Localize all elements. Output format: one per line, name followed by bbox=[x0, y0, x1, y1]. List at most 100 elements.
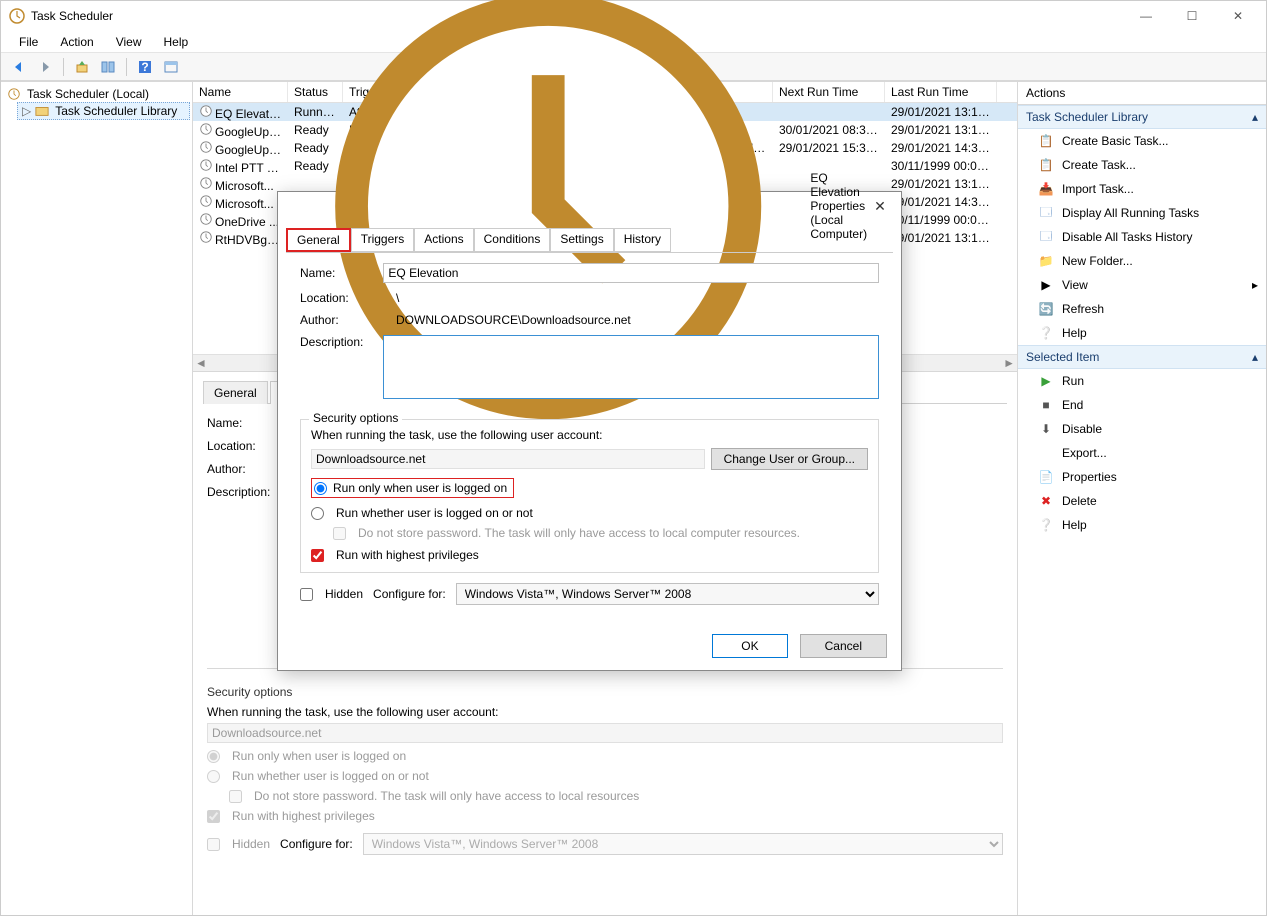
toolbar-help-button[interactable]: ? bbox=[135, 57, 155, 77]
menu-help[interactable]: Help bbox=[154, 33, 199, 51]
app-window: Task Scheduler — ☐ ✕ File Action View He… bbox=[0, 0, 1267, 916]
toolbar-forward-button[interactable] bbox=[35, 57, 55, 77]
dialog-configure-for-select[interactable]: Windows Vista™, Windows Server™ 2008 bbox=[456, 583, 879, 605]
minimize-button[interactable]: — bbox=[1132, 6, 1160, 26]
tab-general[interactable]: General bbox=[203, 381, 268, 404]
dialog-name-field[interactable] bbox=[383, 263, 879, 283]
dialog-close-button[interactable]: ✕ bbox=[867, 198, 893, 215]
actions-group-library[interactable]: Task Scheduler Library ▴ bbox=[1018, 105, 1266, 129]
dialog-body: Name: Location: \ Author: DOWNLOADSOURCE\D… bbox=[286, 252, 893, 624]
action-item[interactable]: ⬇Disable bbox=[1018, 417, 1266, 441]
dialog-author-value: DOWNLOADSOURCE\Downloadsource.net bbox=[396, 313, 879, 327]
dialog-radio-logged-on[interactable] bbox=[314, 482, 327, 495]
tree-library[interactable]: ▷ Task Scheduler Library bbox=[17, 102, 190, 120]
action-item[interactable]: 📄Properties bbox=[1018, 465, 1266, 489]
configure-for-label: Configure for: bbox=[280, 837, 353, 851]
action-item[interactable]: 📋Create Task... bbox=[1018, 153, 1266, 177]
col-name[interactable]: Name bbox=[193, 82, 288, 102]
dialog-label-name: Name: bbox=[300, 266, 373, 280]
dialog-tab-triggers[interactable]: Triggers bbox=[351, 228, 415, 252]
svg-text:?: ? bbox=[141, 60, 148, 74]
action-item[interactable]: ❔Help bbox=[1018, 513, 1266, 537]
dialog-tab-actions[interactable]: Actions bbox=[414, 228, 473, 252]
dialog-label-description: Description: bbox=[300, 335, 373, 349]
action-item[interactable]: ▶Run bbox=[1018, 369, 1266, 393]
check-highest bbox=[207, 810, 220, 823]
actions-pane: Actions Task Scheduler Library ▴ 📋Create… bbox=[1018, 82, 1266, 915]
close-button[interactable]: ✕ bbox=[1224, 6, 1252, 26]
collapse-icon[interactable]: ▴ bbox=[1252, 110, 1258, 124]
dialog-radio-whether[interactable] bbox=[311, 507, 324, 520]
actions-heading: Actions bbox=[1018, 82, 1266, 105]
col-last[interactable]: Last Run Time bbox=[885, 82, 997, 102]
dialog-tab-history[interactable]: History bbox=[614, 228, 671, 252]
folder-icon bbox=[35, 104, 49, 118]
menu-view[interactable]: View bbox=[106, 33, 152, 51]
cancel-button[interactable]: Cancel bbox=[800, 634, 887, 658]
collapse-icon[interactable]: ▴ bbox=[1252, 350, 1258, 364]
dialog-location-value: \ bbox=[396, 291, 879, 305]
dialog-check-highest[interactable] bbox=[311, 549, 324, 562]
dialog-configure-for-label: Configure for: bbox=[373, 587, 446, 601]
action-item[interactable]: ✖Delete bbox=[1018, 489, 1266, 513]
change-user-button[interactable]: Change User or Group... bbox=[711, 448, 868, 470]
dialog-configure-row: Hidden Configure for: Windows Vista™, Wi… bbox=[300, 583, 879, 605]
window-controls: — ☐ ✕ bbox=[1132, 6, 1258, 26]
dialog-tab-general[interactable]: General bbox=[286, 228, 351, 252]
app-icon bbox=[9, 8, 25, 24]
check-no-store bbox=[229, 790, 242, 803]
action-item[interactable]: Export... bbox=[1018, 441, 1266, 465]
maximize-button[interactable]: ☐ bbox=[1178, 6, 1206, 26]
tree-root[interactable]: Task Scheduler (Local) bbox=[3, 86, 190, 102]
toolbar-up-button[interactable] bbox=[72, 57, 92, 77]
dialog-check-hidden-label: Hidden bbox=[325, 587, 363, 601]
dialog-tab-conditions[interactable]: Conditions bbox=[474, 228, 551, 252]
dialog-tab-settings[interactable]: Settings bbox=[550, 228, 613, 252]
menu-file[interactable]: File bbox=[9, 33, 48, 51]
check-hidden-label: Hidden bbox=[232, 837, 270, 851]
action-item[interactable]: 📥Import Task... bbox=[1018, 177, 1266, 201]
dialog-check-highest-label: Run with highest privileges bbox=[336, 548, 479, 562]
ok-button[interactable]: OK bbox=[712, 634, 787, 658]
tree-library-label: Task Scheduler Library bbox=[55, 104, 177, 118]
radio-whether bbox=[207, 770, 220, 783]
properties-dialog: EQ Elevation Properties (Local Computer)… bbox=[277, 191, 902, 671]
toolbar-separator bbox=[126, 58, 127, 76]
dialog-label-location: Location: bbox=[300, 291, 386, 305]
dialog-radio-logged-on-label: Run only when user is logged on bbox=[333, 481, 507, 495]
tree-pane: Task Scheduler (Local) ▷ Task Scheduler … bbox=[1, 82, 193, 915]
dialog-security-legend: Security options bbox=[309, 411, 402, 425]
check-highest-label: Run with highest privileges bbox=[232, 809, 375, 823]
action-item[interactable]: ▶View▸ bbox=[1018, 273, 1266, 297]
dialog-footer: OK Cancel bbox=[278, 624, 901, 670]
dialog-check-no-store bbox=[333, 527, 346, 540]
tree-expand-icon[interactable]: ▷ bbox=[22, 104, 31, 118]
action-item[interactable]: 🗔Disable All Tasks History bbox=[1018, 225, 1266, 249]
dialog-label-author: Author: bbox=[300, 313, 386, 327]
account-field bbox=[207, 723, 1003, 743]
menu-action[interactable]: Action bbox=[50, 33, 103, 51]
action-item[interactable]: ❔Help bbox=[1018, 321, 1266, 345]
radio-logged-on bbox=[207, 750, 220, 763]
clock-icon bbox=[7, 87, 21, 101]
check-hidden bbox=[207, 838, 220, 851]
actions-group-selected[interactable]: Selected Item ▴ bbox=[1018, 345, 1266, 369]
toolbar-separator bbox=[63, 58, 64, 76]
dialog-titlebar: EQ Elevation Properties (Local Computer)… bbox=[278, 192, 901, 220]
dialog-check-hidden[interactable] bbox=[300, 588, 313, 601]
toolbar-tile-button[interactable] bbox=[98, 57, 118, 77]
dialog-description-field[interactable] bbox=[383, 335, 879, 399]
action-item[interactable]: 📁New Folder... bbox=[1018, 249, 1266, 273]
action-item[interactable]: 🔄Refresh bbox=[1018, 297, 1266, 321]
toolbar-back-button[interactable] bbox=[9, 57, 29, 77]
action-item[interactable]: ■End bbox=[1018, 393, 1266, 417]
toolbar-pane-button[interactable] bbox=[161, 57, 181, 77]
dialog-security-text: When running the task, use the following… bbox=[311, 428, 868, 442]
dialog-check-no-store-label: Do not store password. The task will onl… bbox=[358, 526, 800, 540]
dialog-tabs: General Triggers Actions Conditions Sett… bbox=[278, 220, 901, 252]
action-item[interactable]: 🗔Display All Running Tasks bbox=[1018, 201, 1266, 225]
action-item[interactable]: 📋Create Basic Task... bbox=[1018, 129, 1266, 153]
dialog-security-group: Security options When running the task, … bbox=[300, 419, 879, 573]
radio-logged-on-label: Run only when user is logged on bbox=[232, 749, 406, 763]
check-no-store-label: Do not store password. The task will onl… bbox=[254, 789, 639, 803]
